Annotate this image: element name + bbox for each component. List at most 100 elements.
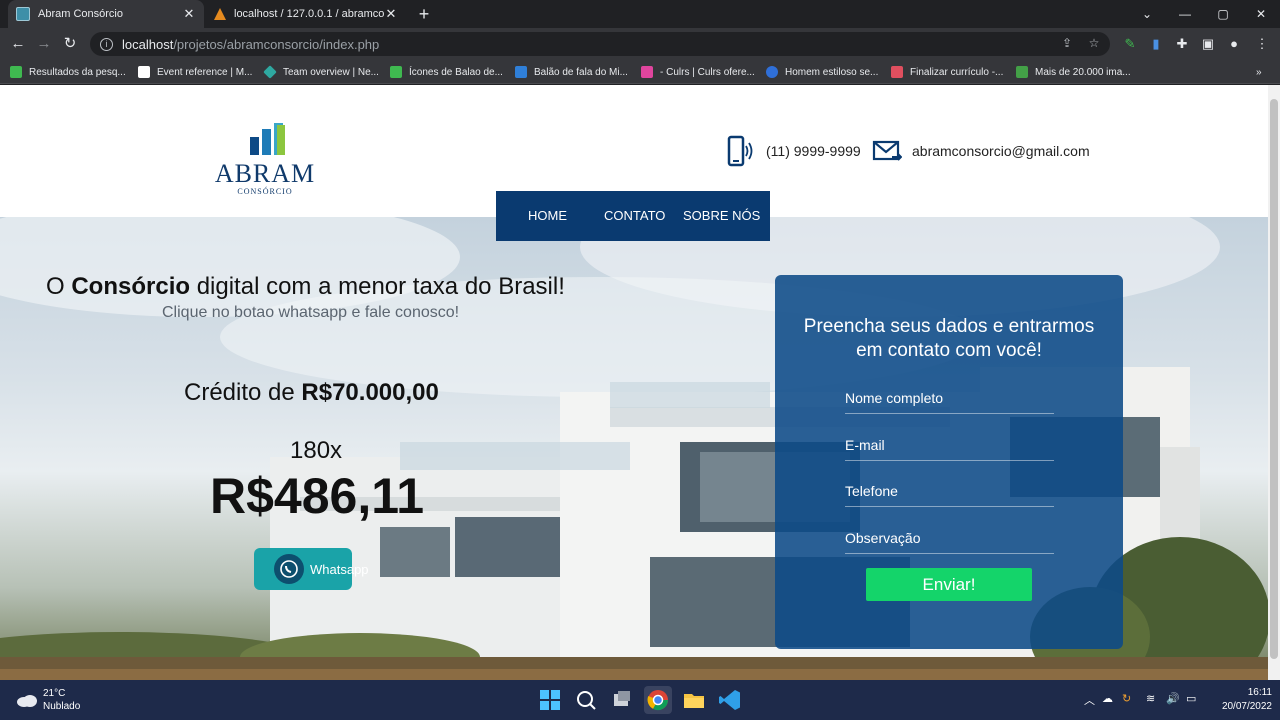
bookmarks-bar: Resultados da pesq... Event reference | …	[0, 60, 1280, 84]
clock-date: 20/07/2022	[1221, 701, 1272, 712]
extensions-puzzle-icon[interactable]: ✚	[1172, 34, 1192, 54]
close-tab-icon[interactable]: ✕	[182, 6, 196, 22]
windows-taskbar: 21°C Nublado ︿ ☁ ↻ ≋ �	[0, 680, 1280, 720]
bookmark-item[interactable]: Resultados da pesq...	[10, 64, 126, 80]
task-view-icon	[614, 691, 630, 706]
phone-number: (11) 9999-9999	[766, 143, 861, 159]
resume-icon	[891, 66, 903, 78]
minimize-window-button[interactable]: —	[1166, 0, 1204, 28]
logo-wordmark: ABRAM	[214, 159, 316, 188]
phone-icon	[727, 135, 753, 167]
bookmark-item[interactable]: Team overview | Ne...	[263, 64, 379, 80]
bookmarks-overflow-button[interactable]: »	[1256, 64, 1262, 80]
update-icon[interactable]: ↻	[1122, 692, 1131, 705]
nav-home[interactable]: HOME	[528, 208, 567, 223]
reload-button[interactable]: ↻	[60, 34, 80, 54]
file-explorer-app[interactable]	[680, 686, 708, 714]
close-window-button[interactable]: ✕	[1242, 0, 1280, 28]
phpmyadmin-favicon-icon	[214, 8, 226, 20]
bookmark-star-icon[interactable]: ☆	[1085, 34, 1103, 52]
bookmark-item[interactable]: Event reference | M...	[138, 64, 252, 80]
tab-title: localhost / 127.0.0.1 / abramcons	[234, 8, 384, 20]
nav-sobre-nos[interactable]: SOBRE NÓS	[683, 208, 760, 223]
scrollbar-thumb[interactable]	[1270, 99, 1278, 659]
new-tab-button[interactable]: +	[414, 4, 434, 24]
cloud-icon	[17, 695, 37, 707]
bookmark-item[interactable]: Mais de 20.000 ima...	[1016, 64, 1131, 80]
maximize-window-button[interactable]: ▢	[1204, 0, 1242, 28]
profile-avatar-icon[interactable]: ●	[1224, 34, 1244, 54]
rawpixel-icon	[1016, 66, 1028, 78]
share-icon[interactable]: ⇪	[1058, 34, 1076, 52]
onedrive-icon[interactable]: ☁	[1102, 692, 1113, 705]
email-field[interactable]	[845, 429, 1054, 461]
whatsapp-label: Whatsapp	[310, 561, 369, 577]
email-address: abramconsorcio@gmail.com	[912, 143, 1090, 159]
volume-icon[interactable]: 🔊	[1166, 692, 1180, 705]
hero-section: O Consórcio digital com a menor taxa do …	[0, 217, 1268, 680]
chrome-icon	[647, 690, 669, 711]
mail-icon	[872, 140, 902, 161]
mdn-icon	[138, 66, 150, 78]
close-tab-icon[interactable]: ✕	[384, 6, 398, 22]
chrome-taskbar-app[interactable]	[644, 686, 672, 714]
tab-phpmyadmin[interactable]: localhost / 127.0.0.1 / abramcons ✕	[206, 0, 406, 28]
netlify-icon	[263, 65, 277, 79]
folder-icon	[684, 694, 704, 708]
bookmark-item[interactable]: Ícones de Balao de...	[390, 64, 503, 80]
side-panel-icon[interactable]: ▣	[1198, 34, 1218, 54]
observation-field[interactable]	[845, 522, 1054, 554]
page-scrollbar[interactable]	[1268, 85, 1280, 680]
bookmark-item[interactable]: Homem estiloso se...	[766, 64, 878, 80]
flaticon-icon	[390, 66, 402, 78]
abram-logo[interactable]: ABRAM CONSÓRCIO	[212, 113, 322, 199]
tab-title: Abram Consórcio	[38, 8, 123, 20]
vscode-app[interactable]	[716, 686, 744, 714]
phone-field[interactable]	[845, 475, 1054, 507]
address-bar[interactable]: i localhost/projetos/abramconsorcio/inde…	[90, 32, 1110, 56]
extension-doc-icon[interactable]: ▮	[1146, 34, 1166, 54]
tab-abram-consorcio[interactable]: Abram Consórcio ✕	[8, 0, 204, 28]
browser-menu-icon[interactable]: ⋮	[1252, 34, 1272, 54]
whatsapp-button[interactable]: Whatsapp	[254, 548, 369, 590]
contact-form: Preencha seus dados e entrarmos em conta…	[775, 275, 1123, 649]
page-viewport: ABRAM CONSÓRCIO (11) 9999-9999 abramcons…	[0, 85, 1268, 680]
wifi-icon[interactable]: ≋	[1146, 692, 1155, 705]
logo-bar	[250, 137, 259, 155]
hero-subtitle: Clique no botao whatsapp e fale conosco!	[162, 304, 460, 321]
system-clock[interactable]: 16:11 20/07/2022	[1212, 686, 1272, 714]
bookmark-item[interactable]: Balão de fala do Mi...	[515, 64, 628, 80]
bookmark-item[interactable]: - Culrs | Culrs ofere...	[641, 64, 755, 80]
logo-bar	[262, 129, 271, 155]
phone-contact[interactable]: (11) 9999-9999	[726, 135, 861, 167]
hero-headline: O Consórcio digital com a menor taxa do …	[46, 273, 565, 300]
back-button[interactable]: ←	[8, 34, 28, 54]
email-contact[interactable]: abramconsorcio@gmail.com	[872, 135, 1090, 167]
culrs-icon	[641, 66, 653, 78]
weather-temperature: 21°C	[43, 688, 66, 699]
submit-button[interactable]: Enviar!	[866, 568, 1032, 601]
tab-search-icon[interactable]: ⌄	[1128, 0, 1166, 28]
forward-button[interactable]: →	[34, 34, 54, 54]
freepik-icon	[515, 66, 527, 78]
site-favicon-icon	[16, 7, 30, 21]
name-field[interactable]	[845, 382, 1054, 414]
extension-icon[interactable]: ✎	[1120, 34, 1140, 54]
main-nav: HOME CONTATO SOBRE NÓS	[496, 191, 770, 241]
form-title: Preencha seus dados e entrarmos em conta…	[803, 316, 1095, 361]
clock-time: 16:11	[1247, 687, 1272, 698]
bookmark-item[interactable]: Finalizar currículo -...	[891, 64, 1003, 80]
nav-contato[interactable]: CONTATO	[604, 208, 665, 223]
credit-amount: Crédito de R$70.000,00	[184, 379, 439, 406]
battery-icon[interactable]: ▭	[1186, 692, 1196, 705]
site-info-icon[interactable]: i	[100, 37, 113, 51]
start-button[interactable]	[536, 686, 564, 714]
whatsapp-icon	[274, 554, 304, 584]
task-view-button[interactable]	[608, 686, 636, 714]
search-button[interactable]	[572, 686, 600, 714]
show-hidden-icons-button[interactable]: ︿	[1084, 692, 1095, 708]
weather-widget[interactable]: 21°C Nublado	[16, 687, 80, 713]
installments-count: 180x	[290, 437, 343, 464]
address-url: localhost/projetos/abramconsorcio/index.…	[122, 36, 380, 52]
logo-bar	[277, 125, 285, 155]
